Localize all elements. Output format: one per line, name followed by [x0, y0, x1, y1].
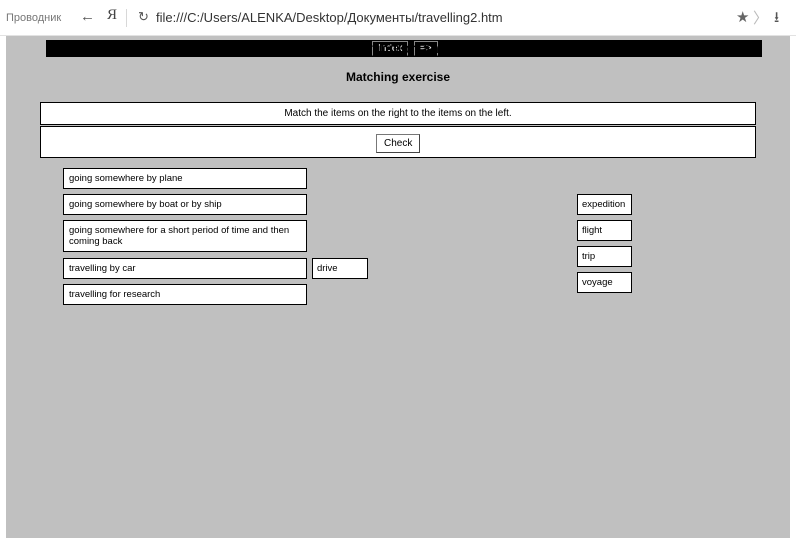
chevron-right-icon: 〉	[753, 10, 769, 27]
word-voyage[interactable]: voyage	[577, 272, 632, 293]
definition-item[interactable]: travelling by car	[63, 258, 307, 279]
page-title: Match the definition and the word	[286, 40, 510, 56]
bookmark-star-icon[interactable]: ★	[736, 8, 749, 26]
back-arrow-icon[interactable]: ←	[80, 8, 95, 25]
word-flight[interactable]: flight	[577, 220, 632, 241]
yandex-logo-icon[interactable]: Я	[107, 7, 117, 24]
browser-toolbar: Проводник ← Я ↻ file:///C:/Users/ALENKA/…	[0, 0, 796, 36]
word-expedition[interactable]: expedition	[577, 194, 632, 215]
page-subtitle: Matching exercise	[345, 70, 451, 84]
check-bar: Check	[40, 126, 756, 158]
reload-icon[interactable]: ↻	[138, 9, 149, 25]
definition-item[interactable]: going somewhere for a short period of ti…	[63, 220, 307, 252]
download-icon[interactable]: ⭳	[774, 7, 779, 32]
definition-item[interactable]: travelling for research	[63, 284, 307, 305]
address-bar[interactable]: file:///C:/Users/ALENKA/Desktop/Документ…	[156, 10, 503, 25]
instructions-box: Match the items on the right to the item…	[40, 102, 756, 125]
word-trip[interactable]: trip	[577, 246, 632, 267]
check-button[interactable]: Check	[376, 134, 421, 153]
explorer-button[interactable]: Проводник	[6, 12, 61, 24]
definition-item[interactable]: going somewhere by boat or by ship	[63, 194, 307, 215]
definition-item[interactable]: going somewhere by plane	[63, 168, 307, 189]
placed-answer-drive[interactable]: drive	[312, 258, 368, 279]
toolbar-divider	[126, 9, 127, 27]
